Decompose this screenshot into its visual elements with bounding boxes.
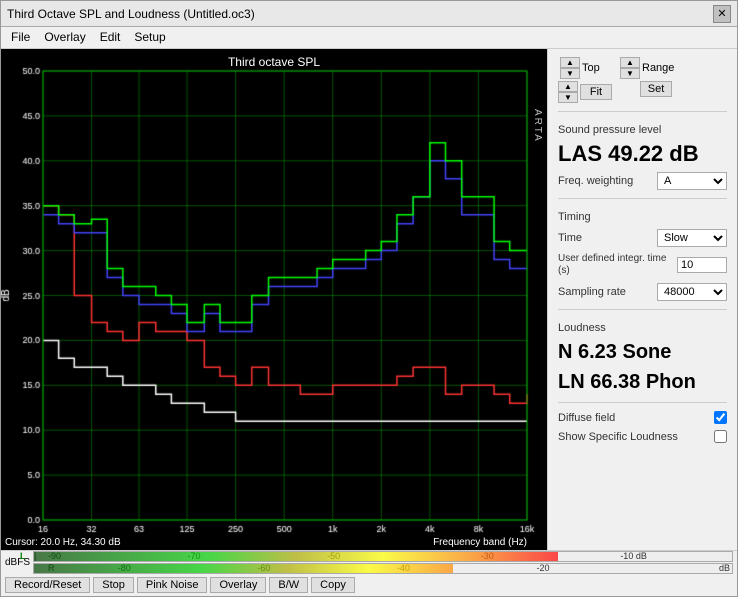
- set-button[interactable]: Set: [640, 81, 672, 97]
- loudness-section-label: Loudness: [558, 322, 727, 334]
- loudness-ln: LN 66.38 Phon: [558, 370, 727, 394]
- overlay-button[interactable]: Overlay: [210, 577, 266, 593]
- sampling-rate-select[interactable]: 44100 48000 96000: [657, 283, 727, 301]
- diffuse-field-checkbox[interactable]: [714, 411, 727, 424]
- dbfs-label: dBFS: [5, 557, 33, 568]
- dbfs-row: dBFS | -90 -70 -50 -30 -10 dB L: [1, 551, 737, 573]
- close-button[interactable]: ✕: [713, 5, 731, 23]
- menu-bar: File Overlay Edit Setup: [1, 27, 737, 49]
- freq-weighting-row: Freq. weighting A C Z Linear: [558, 172, 727, 190]
- title-bar: Third Octave SPL and Loudness (Untitled.…: [1, 1, 737, 27]
- fit-up-button[interactable]: ▲: [558, 81, 578, 92]
- window-title: Third Octave SPL and Loudness (Untitled.…: [7, 7, 255, 21]
- stop-button[interactable]: Stop: [93, 577, 134, 593]
- diffuse-field-row: Diffuse field: [558, 411, 727, 424]
- show-specific-checkbox[interactable]: [714, 430, 727, 443]
- fit-down-button[interactable]: ▼: [558, 92, 578, 103]
- pink-noise-button[interactable]: Pink Noise: [137, 577, 208, 593]
- range-down-button[interactable]: ▼: [620, 68, 640, 79]
- spl-chart: [1, 49, 547, 550]
- copy-button[interactable]: Copy: [311, 577, 355, 593]
- chart-area: Third octave SPL ARTA Cursor: 20.0 Hz, 3…: [1, 49, 547, 550]
- bottom-bar: dBFS | -90 -70 -50 -30 -10 dB L: [1, 550, 737, 596]
- range-up-button[interactable]: ▲: [620, 57, 640, 68]
- user-defined-label: User defined integr. time (s): [558, 253, 673, 277]
- top-up-button[interactable]: ▲: [560, 57, 580, 68]
- range-label: Range: [642, 62, 670, 74]
- menu-setup[interactable]: Setup: [128, 29, 171, 46]
- buttons-row: Record/Reset Stop Pink Noise Overlay B/W…: [1, 573, 737, 596]
- freq-weighting-select[interactable]: A C Z Linear: [657, 172, 727, 190]
- menu-overlay[interactable]: Overlay: [38, 29, 91, 46]
- sampling-rate-row: Sampling rate 44100 48000 96000: [558, 283, 727, 301]
- spl-value: LAS 49.22 dB: [558, 142, 727, 166]
- spl-section-label: Sound pressure level: [558, 124, 727, 136]
- time-row: Time Slow Fast Impulse: [558, 229, 727, 247]
- chart-title: Third octave SPL: [1, 55, 547, 69]
- bw-button[interactable]: B/W: [269, 577, 308, 593]
- top-label: Top: [582, 62, 610, 74]
- main-content: Third octave SPL ARTA Cursor: 20.0 Hz, 3…: [1, 49, 737, 550]
- menu-edit[interactable]: Edit: [94, 29, 127, 46]
- user-defined-input[interactable]: [677, 257, 727, 273]
- show-specific-row: Show Specific Loudness: [558, 430, 727, 443]
- time-select[interactable]: Slow Fast Impulse: [657, 229, 727, 247]
- cursor-info: Cursor: 20.0 Hz, 34.30 dB: [5, 537, 121, 548]
- top-down-button[interactable]: ▼: [560, 68, 580, 79]
- loudness-n: N 6.23 Sone: [558, 340, 727, 364]
- timing-section-label: Timing: [558, 211, 727, 223]
- fit-button[interactable]: Fit: [580, 84, 612, 100]
- sampling-rate-label: Sampling rate: [558, 286, 653, 298]
- menu-file[interactable]: File: [5, 29, 36, 46]
- freq-weighting-label: Freq. weighting: [558, 175, 653, 187]
- record-reset-button[interactable]: Record/Reset: [5, 577, 90, 593]
- time-label: Time: [558, 232, 653, 244]
- diffuse-field-label: Diffuse field: [558, 412, 710, 424]
- show-specific-label: Show Specific Loudness: [558, 431, 710, 443]
- freq-label: Frequency band (Hz): [433, 537, 527, 548]
- main-window: Third Octave SPL and Loudness (Untitled.…: [0, 0, 738, 597]
- user-defined-row: User defined integr. time (s): [558, 253, 727, 277]
- right-panel: ▲ ▼ Top ▲ ▼ Fit: [547, 49, 737, 550]
- arta-label: ARTA: [532, 109, 543, 143]
